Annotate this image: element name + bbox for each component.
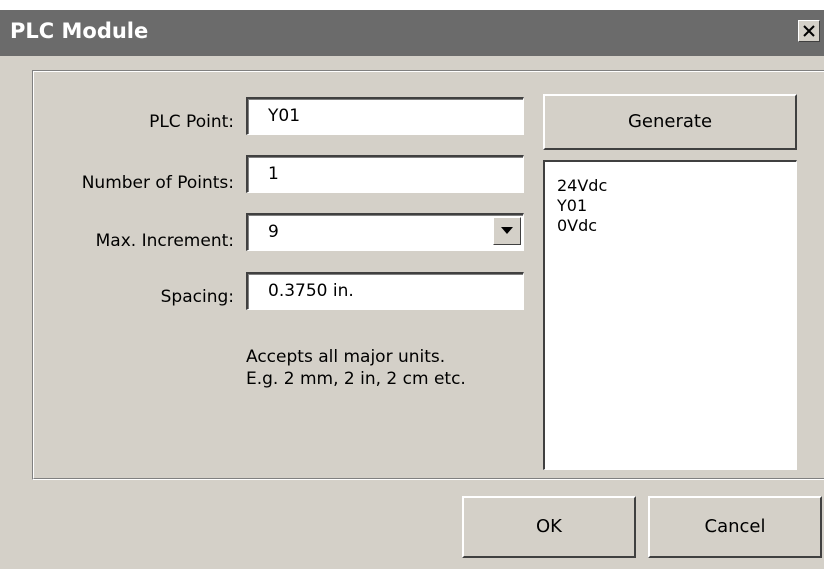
close-icon	[803, 25, 815, 37]
list-item[interactable]: 0Vdc	[545, 216, 796, 236]
window-title: PLC Module	[10, 19, 149, 43]
cancel-button[interactable]: Cancel	[648, 496, 822, 558]
close-button[interactable]	[798, 20, 820, 42]
spacing-input[interactable]: 0.3750 in.	[246, 272, 524, 310]
max-increment-value: 9	[268, 222, 279, 242]
max-increment-dropdown-button[interactable]	[493, 217, 521, 245]
preview-list[interactable]: 24Vdc Y01 0Vdc	[543, 160, 797, 470]
plc-point-label: PLC Point:	[149, 112, 234, 132]
list-item[interactable]: 24Vdc	[545, 176, 796, 196]
ok-button[interactable]: OK	[462, 496, 636, 558]
plc-point-input[interactable]: Y01	[246, 97, 524, 135]
generate-button[interactable]: Generate	[543, 94, 797, 150]
spacing-label: Spacing:	[160, 287, 234, 307]
list-item[interactable]: Y01	[545, 196, 796, 216]
units-hint-line1: Accepts all major units.	[246, 347, 446, 367]
units-hint-line2: E.g. 2 mm, 2 in, 2 cm etc.	[246, 369, 466, 389]
chevron-down-icon	[501, 227, 513, 234]
max-increment-select[interactable]: 9	[246, 213, 524, 251]
plc-module-dialog: PLC Module PLC Point: Y01 Number of Poin…	[0, 10, 824, 569]
max-increment-label: Max. Increment:	[95, 231, 234, 251]
number-of-points-input[interactable]: 1	[246, 155, 524, 193]
number-of-points-label: Number of Points:	[81, 173, 234, 193]
title-bar[interactable]: PLC Module	[0, 10, 824, 56]
